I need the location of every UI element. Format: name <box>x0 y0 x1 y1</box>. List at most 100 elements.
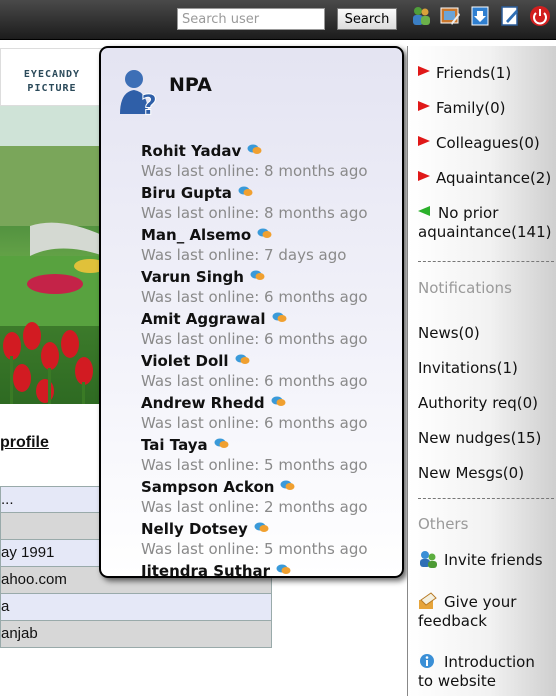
sidebar-item-label: New nudges(15) <box>418 429 542 447</box>
sidebar-divider <box>418 498 554 499</box>
profile-link[interactable]: profile <box>0 434 49 452</box>
chat-icon[interactable] <box>235 350 250 364</box>
last-online-status: Was last online: 5 months ago <box>141 456 368 474</box>
sidebar-item-introduction[interactable]: Introduction to website <box>418 652 554 691</box>
friend-item[interactable]: Andrew Rhedd Was last online: 6 months a… <box>141 392 402 434</box>
friend-item[interactable]: Jitendra Suthar <box>141 560 402 576</box>
sidebar-item-invite-friends[interactable]: Invite friends <box>418 550 554 570</box>
invite-friends-icon <box>418 550 438 568</box>
sidebar-item-label: Invitations(1) <box>418 359 518 377</box>
notifications-heading: Notifications <box>418 279 512 297</box>
sidebar-item-family[interactable]: Family(0) <box>418 99 554 118</box>
friend-item[interactable]: Man_ Alsemo Was last online: 7 days ago <box>141 224 402 266</box>
search-input[interactable] <box>177 8 325 30</box>
friends-popup: ? NPA Rohit Yadav Was last online: 8 mon… <box>99 46 404 578</box>
logo: EYECANDY PICTURE <box>0 68 104 96</box>
chat-icon[interactable] <box>254 518 269 532</box>
last-online-status: Was last online: 6 months ago <box>141 372 368 390</box>
svg-text:?: ? <box>141 88 157 118</box>
feedback-icon <box>418 592 438 610</box>
sidebar-item-authority-req[interactable]: Authority req(0) <box>418 394 554 413</box>
info-row: a <box>0 594 272 621</box>
sidebar-item-friends[interactable]: Friends(1) <box>418 64 554 83</box>
logo-line-2: PICTURE <box>27 83 77 94</box>
sidebar-item-feedback[interactable]: Give your feedback <box>418 592 554 631</box>
sidebar-item-label: No prior aquaintance(141) <box>418 204 552 241</box>
friend-list: Rohit Yadav Was last online: 8 months ag… <box>141 140 402 576</box>
search-button[interactable]: Search <box>337 8 397 30</box>
sidebar-item-label: Authority req(0) <box>418 394 539 412</box>
chat-icon[interactable] <box>272 308 287 322</box>
last-online-status: Was last online: 6 months ago <box>141 330 368 348</box>
sidebar-item-no-prior-aquaintance[interactable]: No prior aquaintance(141) <box>418 204 554 242</box>
friend-item[interactable]: Nelly Dotsey Was last online: 5 months a… <box>141 518 402 560</box>
chat-icon[interactable] <box>276 560 291 574</box>
friend-name[interactable]: Varun Singh <box>141 267 244 287</box>
sidebar-divider <box>418 261 554 262</box>
friend-name[interactable]: Rohit Yadav <box>141 141 241 161</box>
chat-icon[interactable] <box>257 224 272 238</box>
sidebar-item-label: Friends(1) <box>436 64 512 82</box>
last-online-status: Was last online: 8 months ago <box>141 204 368 222</box>
power-icon[interactable] <box>529 5 551 27</box>
right-sidebar: Friends(1) Family(0) Colleagues(0) Aquai… <box>407 46 556 696</box>
last-online-status: Was last online: 6 months ago <box>141 288 368 306</box>
chat-icon[interactable] <box>238 182 253 196</box>
sidebar-item-label: Invite friends <box>444 551 543 569</box>
chat-icon[interactable] <box>250 266 265 280</box>
sidebar-item-label: News(0) <box>418 324 480 342</box>
red-arrow-icon <box>418 171 430 181</box>
chat-icon[interactable] <box>271 392 286 406</box>
friend-name[interactable]: Jitendra Suthar <box>141 561 270 576</box>
sidebar-item-invitations[interactable]: Invitations(1) <box>418 359 554 378</box>
friend-name[interactable]: Andrew Rhedd <box>141 393 265 413</box>
sidebar-item-label: New Mesgs(0) <box>418 464 525 482</box>
info-icon <box>418 652 438 670</box>
friend-name[interactable]: Sampson Ackon <box>141 477 274 497</box>
friend-item[interactable]: Sampson Ackon Was last online: 2 months … <box>141 476 402 518</box>
friend-name[interactable]: Nelly Dotsey <box>141 519 248 539</box>
red-arrow-icon <box>418 136 430 146</box>
sidebar-item-label: Colleagues(0) <box>436 134 540 152</box>
logo-line-1: EYECANDY <box>23 69 81 80</box>
users-icon[interactable] <box>410 5 432 27</box>
chat-icon[interactable] <box>247 140 262 154</box>
red-arrow-icon <box>418 101 430 111</box>
info-row: anjab <box>0 621 272 648</box>
friend-item[interactable]: Varun Singh Was last online: 6 months ag… <box>141 266 402 308</box>
others-heading: Others <box>418 515 469 533</box>
red-arrow-icon <box>418 66 430 76</box>
friend-item[interactable]: Amit Aggrawal Was last online: 6 months … <box>141 308 402 350</box>
sidebar-item-colleagues[interactable]: Colleagues(0) <box>418 134 554 153</box>
last-online-status: Was last online: 7 days ago <box>141 246 347 264</box>
friend-item[interactable]: Tai Taya Was last online: 5 months ago <box>141 434 402 476</box>
top-bar: Search <box>0 0 556 40</box>
last-online-status: Was last online: 2 months ago <box>141 498 368 516</box>
person-question-icon: ? <box>118 68 160 122</box>
chat-icon[interactable] <box>214 434 229 448</box>
last-online-status: Was last online: 5 months ago <box>141 540 368 558</box>
download-icon[interactable] <box>469 5 491 27</box>
sidebar-item-label: Family(0) <box>436 99 506 117</box>
sidebar-item-new-nudges[interactable]: New nudges(15) <box>418 429 554 448</box>
last-online-status: Was last online: 6 months ago <box>141 414 368 432</box>
sidebar-item-aquaintance[interactable]: Aquaintance(2) <box>418 169 556 188</box>
friend-item[interactable]: Violet Doll Was last online: 6 months ag… <box>141 350 402 392</box>
photo-edit-icon[interactable] <box>439 5 461 27</box>
green-arrow-icon <box>418 206 430 216</box>
friend-name[interactable]: Violet Doll <box>141 351 229 371</box>
profile-photo <box>0 106 104 404</box>
edit-icon[interactable] <box>499 5 521 27</box>
sidebar-item-new-mesgs[interactable]: New Mesgs(0) <box>418 464 554 483</box>
chat-icon[interactable] <box>280 476 295 490</box>
friend-item[interactable]: Rohit Yadav Was last online: 8 months ag… <box>141 140 402 182</box>
last-online-status: Was last online: 8 months ago <box>141 162 368 180</box>
friend-name[interactable]: Amit Aggrawal <box>141 309 266 329</box>
popup-title: NPA <box>169 74 212 96</box>
sidebar-item-label: Aquaintance(2) <box>436 169 552 187</box>
friend-name[interactable]: Man_ Alsemo <box>141 225 251 245</box>
friend-item[interactable]: Biru Gupta Was last online: 8 months ago <box>141 182 402 224</box>
sidebar-item-news[interactable]: News(0) <box>418 324 554 343</box>
friend-name[interactable]: Biru Gupta <box>141 183 232 203</box>
friend-name[interactable]: Tai Taya <box>141 435 208 455</box>
